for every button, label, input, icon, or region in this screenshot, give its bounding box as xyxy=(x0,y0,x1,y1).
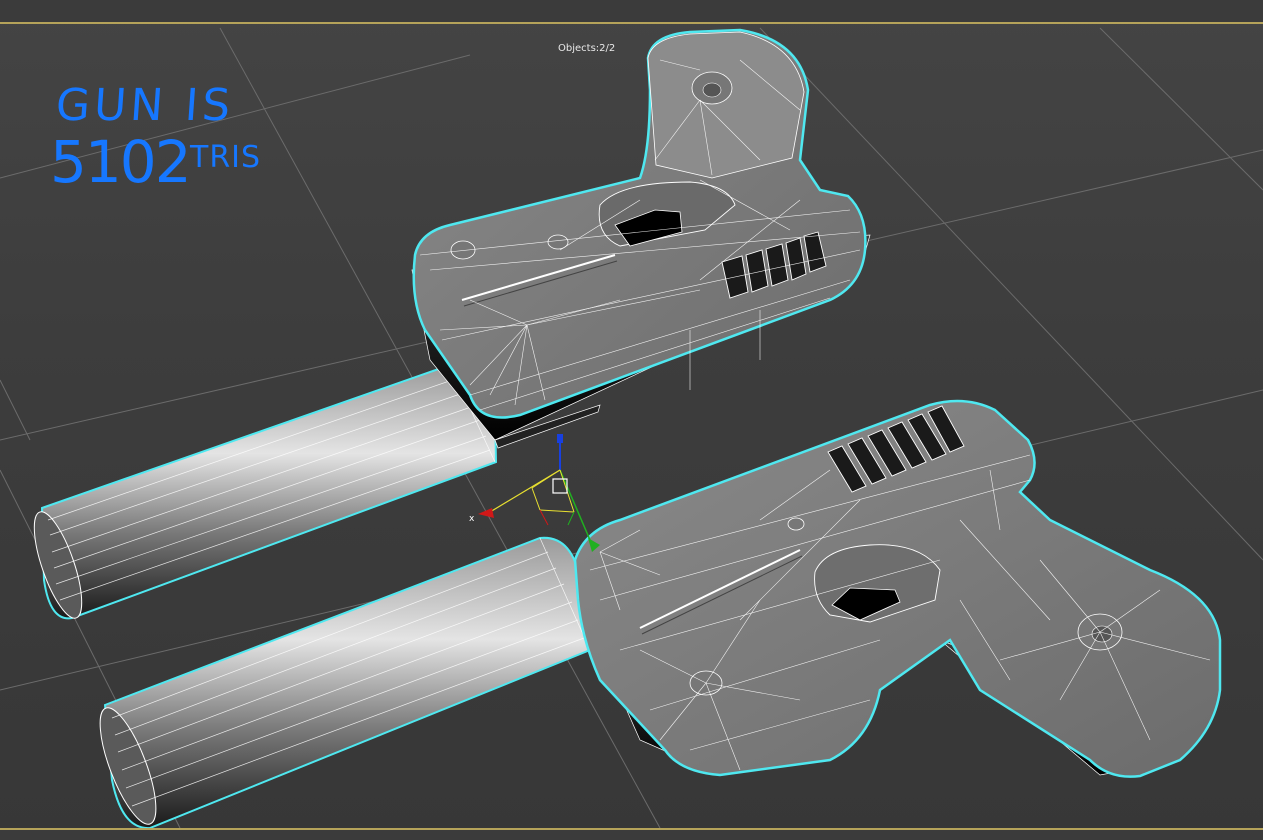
stats-label: Objects: xyxy=(558,43,600,54)
annotation-tri-count: 5102 xyxy=(50,128,192,196)
stats-total: 2 xyxy=(608,43,616,54)
perspective-viewport[interactable]: Objects:2/2 GUN IS 5102 TRIS x xyxy=(0,0,1263,840)
annotation-unit: TRIS xyxy=(190,140,262,175)
viewport-statistics: Objects:2/2 xyxy=(558,43,615,54)
viewport-bottom-border xyxy=(0,828,1263,840)
annotation-line1: GUN IS xyxy=(54,80,236,131)
